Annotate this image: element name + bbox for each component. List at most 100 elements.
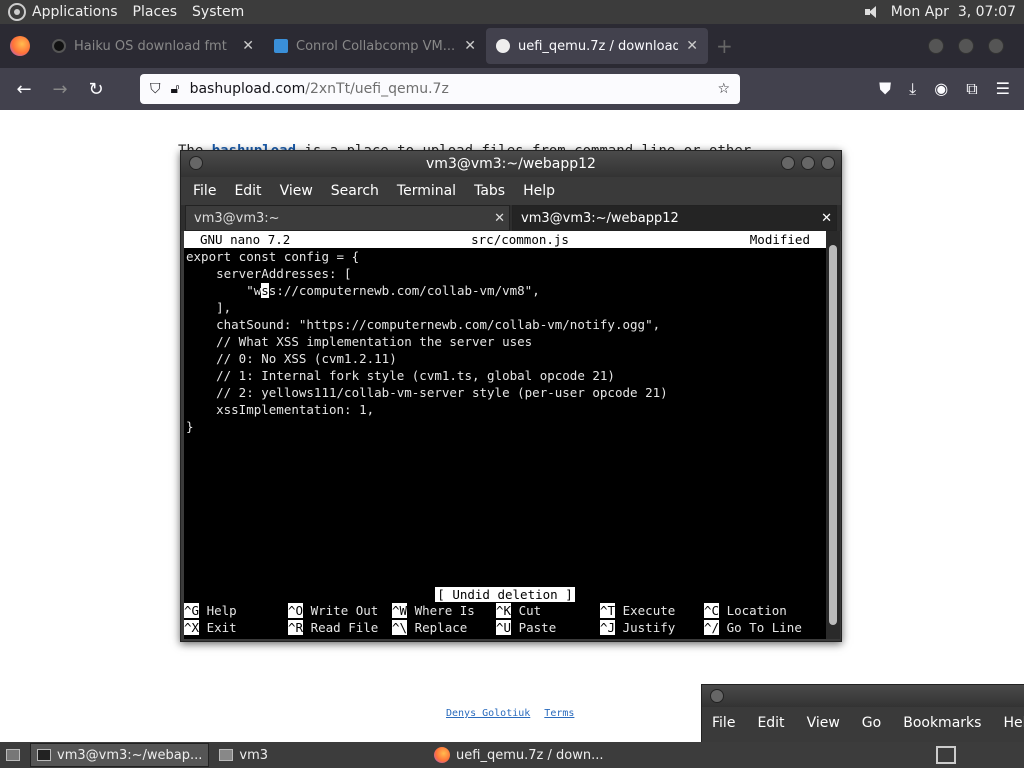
nano-editor[interactable]: GNU nano 7.2 src/common.js Modified expo… [184, 231, 826, 639]
term-menu-file[interactable]: File [193, 183, 216, 199]
close-tab-icon[interactable]: ✕ [464, 38, 476, 54]
extensions-icon[interactable]: ⧉ [966, 79, 977, 99]
fm-menu-go[interactable]: Go [862, 715, 881, 731]
taskbar-item-label: vm3 [239, 747, 269, 763]
back-arrow-icon[interactable]: ← [6, 79, 42, 100]
menu-hamburger-icon[interactable]: ☰ [996, 79, 1010, 99]
fm-menu-view[interactable]: View [807, 715, 840, 731]
shortcut-label: Location [719, 603, 787, 618]
shortcut-label: Help [199, 603, 237, 618]
maximize-icon[interactable] [801, 156, 815, 170]
code-line[interactable]: serverAddresses: [ [186, 265, 826, 282]
shield-icon[interactable]: ⛉ [150, 81, 161, 97]
downloads-icon[interactable]: ⤓ [909, 79, 916, 99]
fm-menu-file[interactable]: File [712, 715, 735, 731]
code-line[interactable]: xssImplementation: 1, [186, 401, 826, 418]
terminal-icon [37, 749, 51, 761]
term-menu-view[interactable]: View [280, 183, 313, 199]
code-line[interactable]: // 0: No XSS (cvm1.2.11) [186, 350, 826, 367]
show-desktop-button[interactable] [0, 743, 26, 767]
term-menu-edit[interactable]: Edit [234, 183, 261, 199]
reload-icon[interactable]: ↻ [78, 79, 114, 100]
insecure-lock-icon[interactable]: 🔓︎ [171, 81, 180, 97]
new-tab-icon[interactable]: + [716, 34, 733, 58]
url-bar[interactable]: ⛉ 🔓︎ bashupload.com/2xnTt/uefi_qemu.7z ☆ [140, 74, 740, 104]
minimize-icon[interactable] [781, 156, 795, 170]
bookmark-star-icon[interactable]: ☆ [717, 81, 730, 97]
code-line[interactable]: // 1: Internal fork style (cvm1.ts, glob… [186, 367, 826, 384]
close-tab-icon[interactable]: ✕ [494, 211, 509, 226]
nano-status-message: [ Undid deletion ] [435, 587, 575, 602]
code-line[interactable]: chatSound: "https://computernewb.com/col… [186, 316, 826, 333]
taskbar-item-terminal[interactable]: vm3@vm3:~/webap... [30, 743, 210, 767]
nano-shortcut: ^T Execute [600, 602, 704, 619]
browser-tab-bar: Haiku OS download fmt ✕ Conrol Collabcom… [0, 24, 1024, 68]
code-line[interactable]: "wss://computernewb.com/collab-vm/vm8", [186, 282, 826, 299]
shortcut-key: ^G [184, 603, 200, 618]
term-menu-terminal[interactable]: Terminal [397, 183, 456, 199]
menu-system[interactable]: System [192, 4, 244, 20]
window-menu-icon[interactable] [710, 689, 724, 703]
taskbar-item-folder[interactable]: vm3 [213, 743, 274, 767]
code-line[interactable]: ], [186, 299, 826, 316]
bottom-taskbar: vm3@vm3:~/webap... vm3 uefi_qemu.7z / do… [0, 742, 1024, 768]
fm-menu-bookmarks[interactable]: Bookmarks [903, 715, 981, 731]
shortcut-key: ^U [496, 620, 512, 635]
maximize-icon[interactable] [958, 38, 974, 54]
nano-shortcut: ^\ Replace [392, 619, 496, 636]
close-tab-icon[interactable]: ✕ [242, 38, 254, 54]
workspace-switcher-icon[interactable] [936, 746, 956, 764]
shortcut-key: ^X [184, 620, 200, 635]
footer-link-author[interactable]: Denys Golotiuk [446, 708, 530, 719]
close-window-icon[interactable] [988, 38, 1004, 54]
shortcut-label: Replace [407, 620, 468, 635]
term-menu-help[interactable]: Help [523, 183, 555, 199]
window-menu-icon[interactable] [189, 156, 203, 170]
url-domain: bashupload.com [189, 81, 306, 97]
code-line[interactable]: // What XSS implementation the server us… [186, 333, 826, 350]
taskbar-item-label: uefi_qemu.7z / down... [456, 747, 604, 763]
terminal-menubar: File Edit View Search Terminal Tabs Help [181, 177, 841, 205]
terminal-tab-active[interactable]: vm3@vm3:~/webapp12 ✕ [512, 205, 837, 231]
close-tab-icon[interactable]: ✕ [821, 211, 836, 226]
nano-shortcut: ^W Where Is [392, 602, 496, 619]
close-window-icon[interactable] [821, 156, 835, 170]
firefox-icon[interactable] [10, 36, 30, 56]
distro-logo-icon[interactable] [8, 3, 26, 21]
pocket-icon[interactable]: ⛊ [879, 79, 891, 99]
browser-tab[interactable]: Haiku OS download fmt ✕ [42, 28, 264, 64]
browser-tab[interactable]: Conrol Collabcomp VM... ✕ [264, 28, 486, 64]
tab-favicon-icon [52, 39, 66, 53]
code-area[interactable]: export const config = { serverAddresses:… [184, 248, 826, 435]
nano-shortcut: ^K Cut [496, 602, 600, 619]
file-manager-titlebar[interactable] [702, 685, 1024, 707]
terminal-tab[interactable]: vm3@vm3:~ ✕ [185, 205, 510, 231]
code-line[interactable]: export const config = { [186, 248, 826, 265]
term-menu-tabs[interactable]: Tabs [474, 183, 505, 199]
volume-icon[interactable] [864, 5, 881, 19]
fm-menu-help[interactable]: Help [1003, 715, 1024, 731]
taskbar-item-firefox[interactable]: uefi_qemu.7z / down... [428, 743, 609, 767]
shortcut-key: ^\ [392, 620, 408, 635]
nano-header: GNU nano 7.2 src/common.js Modified [184, 231, 826, 248]
footer-link-terms[interactable]: Terms [544, 708, 574, 719]
menu-applications[interactable]: Applications [32, 4, 118, 20]
minimize-icon[interactable] [928, 38, 944, 54]
account-icon[interactable]: ◉ [934, 79, 948, 99]
code-line[interactable]: // 2: yellows111/collab-vm-server style … [186, 384, 826, 401]
terminal-scrollbar[interactable] [826, 231, 840, 639]
terminal-tab-bar: vm3@vm3:~ ✕ vm3@vm3:~/webapp12 ✕ [181, 205, 841, 231]
term-menu-search[interactable]: Search [331, 183, 379, 199]
clock[interactable]: Mon Apr 3, 07:07 [891, 4, 1016, 20]
browser-tab-active[interactable]: uefi_qemu.7z / download fre ✕ [486, 28, 708, 64]
nano-filename: src/common.js [471, 232, 569, 247]
terminal-titlebar[interactable]: vm3@vm3:~/webapp12 [181, 151, 841, 177]
fm-menu-edit[interactable]: Edit [757, 715, 784, 731]
desktop-icon [6, 749, 20, 761]
menu-places[interactable]: Places [133, 4, 178, 20]
forward-arrow-icon[interactable]: → [42, 79, 78, 100]
nano-shortcut: ^C Location [704, 602, 808, 619]
file-manager-menubar: File Edit View Go Bookmarks Help [702, 707, 1024, 739]
code-line[interactable]: } [186, 418, 826, 435]
close-tab-icon[interactable]: ✕ [686, 38, 698, 54]
